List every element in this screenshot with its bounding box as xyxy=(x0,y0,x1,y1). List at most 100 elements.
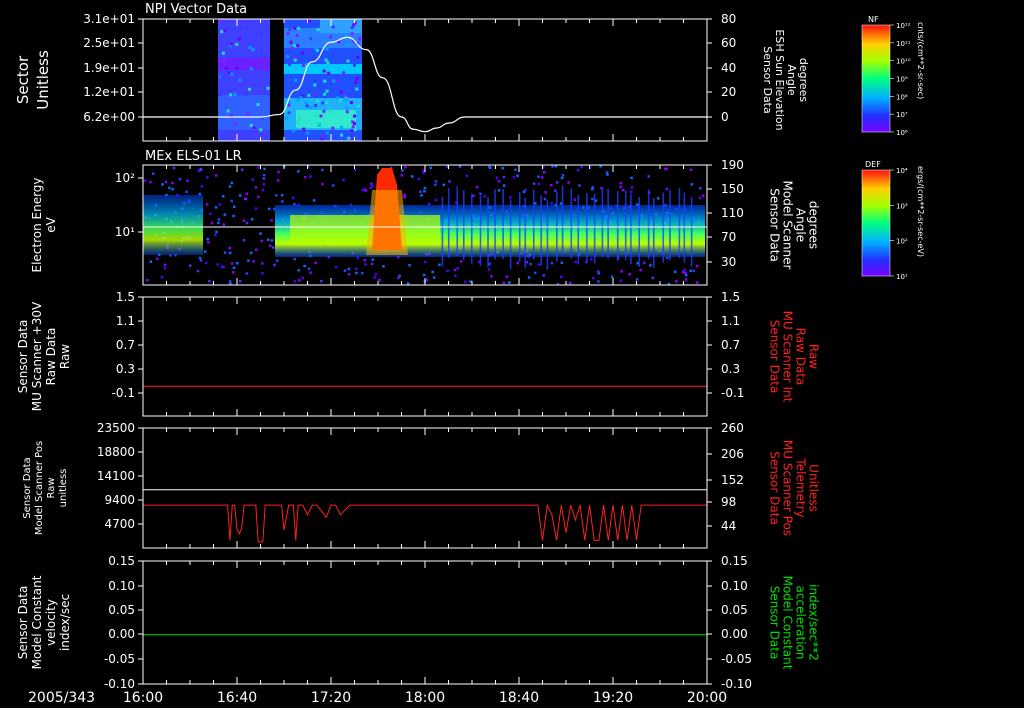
heatmap-cell xyxy=(551,165,554,168)
right-tick-label: -0.05 xyxy=(721,652,752,666)
heatmap-cell xyxy=(151,172,155,175)
heatmap-cell xyxy=(299,96,303,100)
heatmap-cell xyxy=(292,55,296,59)
heatmap-cell xyxy=(163,263,167,267)
heatmap-cell xyxy=(233,205,236,209)
time-tick-label: 18:00 xyxy=(405,690,445,706)
heatmap-cell xyxy=(542,171,546,174)
heatmap-cell xyxy=(665,187,669,191)
heatmap-cell xyxy=(186,179,189,182)
heatmap-cell xyxy=(316,84,320,88)
heatmap-cell xyxy=(254,207,258,210)
heatmap-cell xyxy=(323,92,327,96)
left-tick-label: -0.1 xyxy=(112,386,135,400)
right-axis-label: Unitless xyxy=(807,464,821,512)
els-heatmap xyxy=(143,165,707,285)
y-axis-label: index/sec xyxy=(58,594,72,651)
heatmap-cell xyxy=(298,279,301,282)
heatmap-cell xyxy=(592,276,595,280)
heatmap-cell xyxy=(373,276,376,279)
heatmap-cell xyxy=(540,176,544,179)
right-axis-label: Sensor Data xyxy=(768,586,782,660)
heatmap-cell xyxy=(353,128,357,132)
left-tick-label: 0.00 xyxy=(108,627,135,641)
heatmap-cell xyxy=(276,179,280,182)
heatmap-cell xyxy=(198,192,201,196)
heatmap-stripe xyxy=(683,192,686,263)
heatmap-cell xyxy=(490,275,493,278)
heatmap-cell xyxy=(313,92,317,96)
heatmap-cell xyxy=(460,260,463,263)
heatmap-cell xyxy=(277,170,280,174)
heatmap-cell xyxy=(143,179,147,182)
heatmap-cell xyxy=(280,193,284,197)
heatmap-cell xyxy=(188,264,192,267)
heatmap-cell xyxy=(208,279,211,283)
panel-title: NPI Vector Data xyxy=(145,2,247,17)
heatmap-cell xyxy=(350,129,354,133)
heatmap-cell xyxy=(335,78,339,82)
heatmap-cell xyxy=(298,116,302,120)
heatmap-cell xyxy=(216,263,219,266)
heatmap-cell xyxy=(232,214,235,218)
right-tick-label: 60 xyxy=(721,36,736,50)
heatmap-cell xyxy=(263,167,266,171)
heatmap-cell xyxy=(434,180,438,183)
y-axis-label: Model Scanner Pos xyxy=(34,441,45,535)
time-axis: 16:00 16:40 17:20 18:00 18:40 19:20 20:00 xyxy=(123,690,727,706)
heatmap-cell xyxy=(293,257,296,261)
heatmap-cell xyxy=(290,47,294,51)
heatmap-cell xyxy=(345,106,349,110)
heatmap-cell xyxy=(230,199,233,203)
heatmap-cell xyxy=(343,269,347,272)
heatmap-cell xyxy=(356,55,360,59)
heatmap-cell xyxy=(259,128,263,132)
heatmap-cell xyxy=(527,276,531,279)
heatmap-stripe xyxy=(593,193,596,264)
heatmap-cell xyxy=(567,181,570,184)
colorbar-tick-label: 10¹⁰ xyxy=(896,58,911,66)
heatmap-cell xyxy=(400,174,404,177)
left-tick-label: 2.5e+01 xyxy=(83,36,135,50)
heatmap-cell xyxy=(345,110,349,114)
heatmap-cell xyxy=(642,261,646,265)
right-axis-label: degrees xyxy=(807,201,821,249)
heatmap-cell xyxy=(223,29,227,33)
heatmap-stripe xyxy=(601,187,604,258)
heatmap-cell xyxy=(336,96,340,100)
heatmap-stripe xyxy=(524,197,527,268)
right-axis-label: MU Scanner Pos xyxy=(781,440,795,536)
heatmap-cell xyxy=(235,43,239,47)
left-tick-label: 0.15 xyxy=(108,554,135,568)
heatmap-stripe xyxy=(509,199,512,270)
left-tick-label: 10¹ xyxy=(115,225,135,239)
heatmap-cell xyxy=(573,198,577,202)
heatmap-stripe xyxy=(616,191,619,262)
colorbar-def-scale xyxy=(861,169,891,277)
heatmap-cell xyxy=(223,251,227,254)
heatmap-cell xyxy=(322,69,326,73)
heatmap-cell xyxy=(591,197,594,201)
heatmap-cell xyxy=(242,238,246,242)
heatmap-cell xyxy=(580,165,583,169)
heatmap-cell xyxy=(222,223,226,226)
heatmap-stripe xyxy=(669,190,671,261)
heatmap-cell xyxy=(619,181,622,185)
heatmap-cell xyxy=(371,184,374,188)
heatmap-cell xyxy=(302,127,306,131)
heatmap-stripe xyxy=(647,189,650,260)
heatmap-cell xyxy=(220,265,224,269)
heatmap-cell xyxy=(351,125,355,129)
heatmap-cell xyxy=(252,260,255,263)
heatmap-cell xyxy=(350,32,354,36)
heatmap-cell xyxy=(622,188,625,192)
colorbar-tick-label: 10³ xyxy=(896,202,908,210)
heatmap-cell xyxy=(230,72,234,76)
right-tick-label: 44 xyxy=(721,519,736,533)
left-tick-label: 0.7 xyxy=(116,338,135,352)
panel-model-constant xyxy=(142,560,708,685)
heatmap-cell xyxy=(475,185,479,189)
heatmap-cell xyxy=(285,116,289,120)
right-axis-label: degrees xyxy=(797,58,810,103)
heatmap-cell xyxy=(238,78,242,82)
